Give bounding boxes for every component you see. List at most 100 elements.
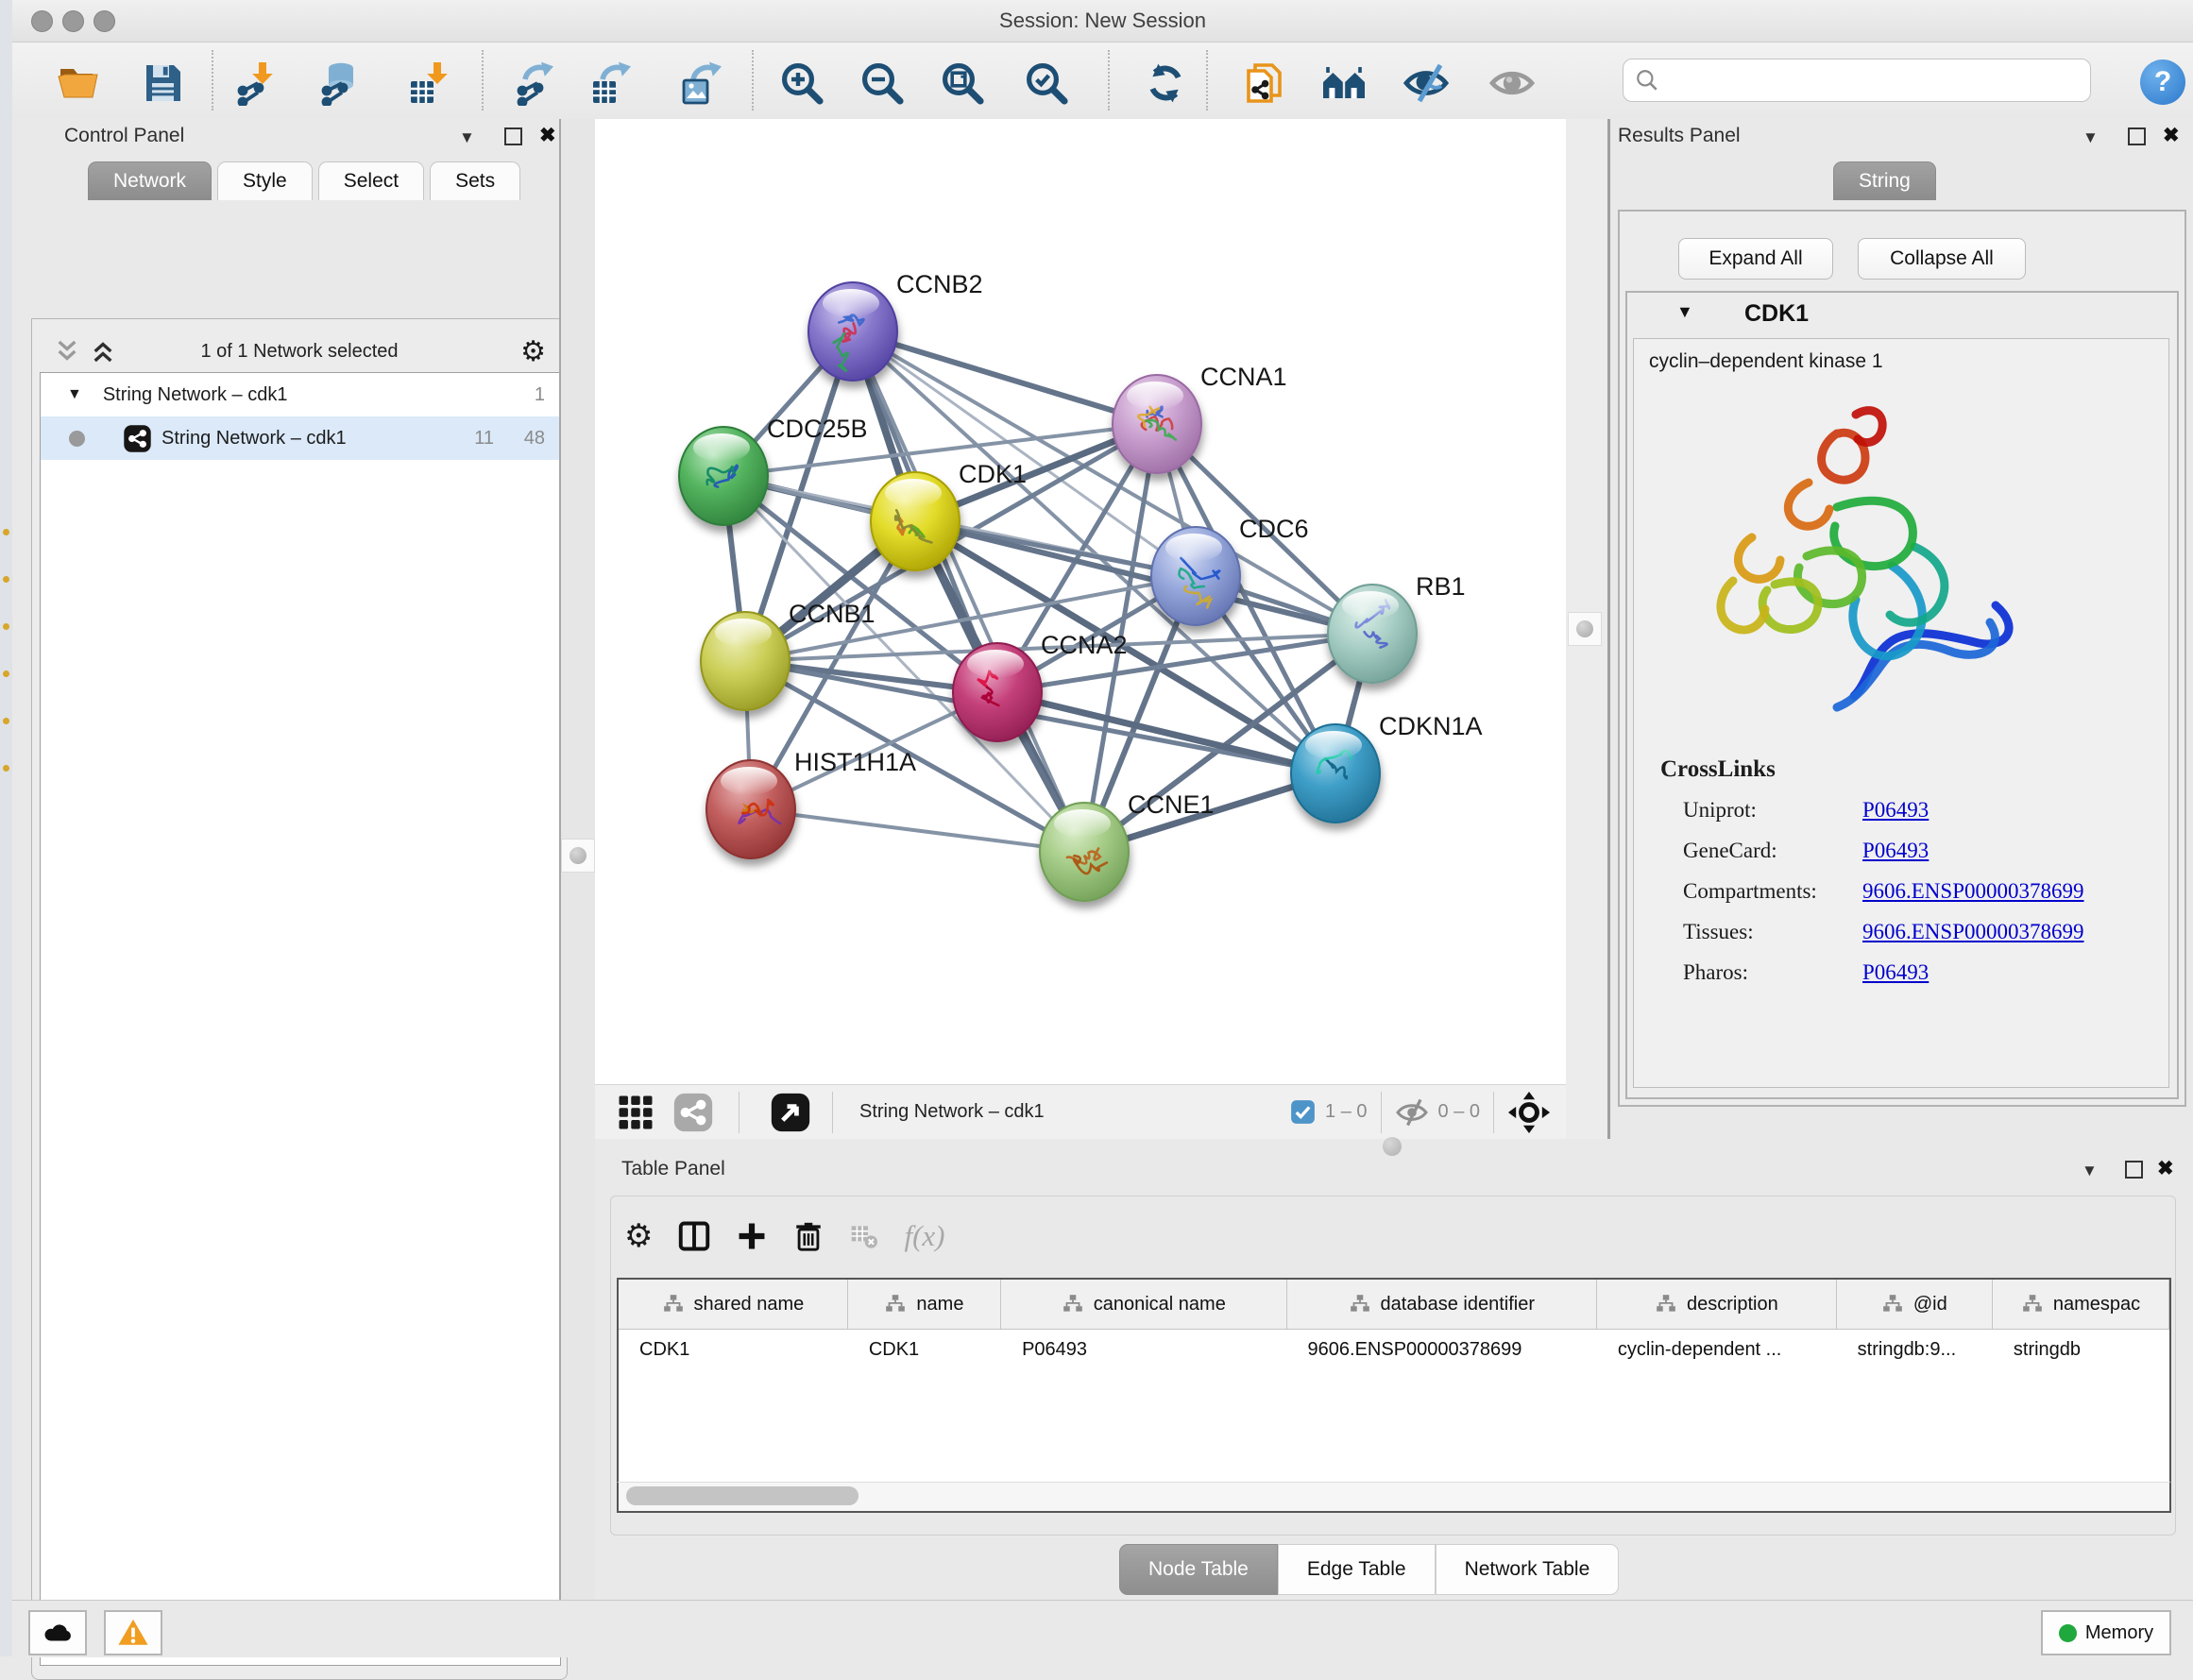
birdseye-view-icon[interactable] — [770, 1092, 811, 1133]
node-CCNA1[interactable] — [1113, 375, 1201, 473]
crosslink-link[interactable]: P06493 — [1862, 960, 1929, 985]
results-panel-title: Results Panel — [1618, 125, 1741, 147]
collapse-all-button[interactable]: Collapse All — [1858, 238, 2026, 280]
export-network-icon[interactable] — [509, 59, 556, 107]
horizontal-splitter[interactable] — [595, 1139, 2193, 1154]
save-session-icon[interactable] — [139, 59, 186, 107]
grid-view-icon[interactable] — [616, 1093, 655, 1132]
tab-network[interactable]: Network — [88, 161, 212, 200]
node-count: 11 — [474, 428, 494, 450]
column-tree-icon — [1062, 1293, 1084, 1315]
protein-collapse-icon[interactable]: ▼ — [1676, 302, 1693, 322]
import-database-icon[interactable] — [314, 59, 361, 107]
table-horizontal-scrollbar[interactable] — [617, 1482, 2171, 1513]
refresh-icon[interactable] — [1142, 59, 1189, 107]
import-network-icon[interactable] — [230, 59, 277, 107]
results-panel-collapse-icon[interactable]: ▼ — [2082, 128, 2099, 147]
table-panel-float-icon[interactable] — [2125, 1161, 2143, 1183]
fit-content-crosshair-icon[interactable] — [1507, 1091, 1551, 1134]
node-HIST1H1A[interactable] — [706, 760, 795, 858]
control-panel-collapse-icon[interactable]: ▼ — [459, 128, 475, 147]
export-image-icon[interactable] — [677, 59, 724, 107]
tab-sets[interactable]: Sets — [430, 161, 520, 200]
cloud-status-button[interactable] — [28, 1610, 87, 1655]
right-splitter-handle[interactable] — [1568, 612, 1602, 646]
show-hide-eye-icon[interactable] — [1402, 59, 1450, 107]
tab-network-table[interactable]: Network Table — [1436, 1544, 1620, 1595]
expand-all-button[interactable]: Expand All — [1678, 238, 1833, 280]
zoom-in-icon[interactable] — [778, 59, 825, 107]
node-CDKN1A[interactable] — [1291, 724, 1380, 823]
tree-expand-icon[interactable]: ▼ — [67, 386, 82, 403]
background-window-strip — [0, 0, 13, 1656]
search-input[interactable] — [1659, 69, 2090, 93]
node-CDC6[interactable] — [1151, 527, 1240, 625]
node-RB1[interactable] — [1328, 585, 1417, 683]
results-panel-float-icon[interactable] — [2128, 127, 2146, 150]
memory-button[interactable]: Memory — [2041, 1610, 2171, 1655]
open-session-icon[interactable] — [55, 59, 102, 107]
crosslink-row: GeneCard: P06493 — [1683, 839, 2155, 863]
table-settings-gear-icon[interactable]: ⚙ — [624, 1217, 653, 1255]
tab-style[interactable]: Style — [217, 161, 313, 200]
export-table-icon[interactable] — [586, 59, 634, 107]
selected-checkbox[interactable] — [1290, 1099, 1316, 1125]
results-panel-close-icon[interactable]: ✖ — [2163, 124, 2180, 147]
zoom-selected-icon[interactable] — [1023, 59, 1070, 107]
crosslink-link[interactable]: P06493 — [1862, 798, 1929, 823]
left-splitter-handle[interactable] — [561, 839, 595, 873]
column-header-canonical-name[interactable]: canonical name — [1001, 1280, 1287, 1329]
control-panel-float-icon[interactable] — [504, 127, 522, 150]
import-table-icon[interactable] — [404, 59, 451, 107]
string-homes-icon[interactable] — [1320, 59, 1368, 107]
control-panel-close-icon[interactable]: ✖ — [539, 124, 556, 147]
tab-node-table[interactable]: Node Table — [1119, 1544, 1278, 1595]
network-row[interactable]: String Network – cdk11148 — [41, 416, 560, 460]
scrollbar-thumb[interactable] — [626, 1486, 858, 1505]
network-options-gear-icon[interactable]: ⚙ — [520, 335, 546, 368]
left-splitter-gutter — [561, 119, 595, 1600]
zoom-out-icon[interactable] — [858, 59, 906, 107]
column-header-shared-name[interactable]: shared name — [619, 1280, 848, 1329]
tab-edge-table[interactable]: Edge Table — [1278, 1544, 1436, 1595]
table-cell: P06493 — [1001, 1330, 1286, 1377]
document-share-icon[interactable] — [1242, 59, 1289, 107]
node-CDK1[interactable] — [871, 472, 960, 570]
zoom-fit-icon[interactable] — [939, 59, 986, 107]
crosslink-link[interactable]: P06493 — [1862, 839, 1929, 863]
node-CCNB2[interactable] — [808, 282, 897, 381]
network-canvas[interactable]: CCNB2CCNA1CDC25BCDK1CDC6RB1CCNB1CCNA2CDK… — [595, 119, 1566, 1084]
network-collection-row[interactable]: ▼ String Network – cdk11 — [41, 373, 560, 416]
table-row[interactable]: CDK1CDK1P064939606.ENSP00000378699cyclin… — [619, 1330, 2169, 1377]
search-field[interactable] — [1623, 59, 2091, 102]
crosslink-link[interactable]: 9606.ENSP00000378699 — [1862, 879, 2084, 904]
column-header-@id[interactable]: @id — [1837, 1280, 1993, 1329]
crosslink-link[interactable]: 9606.ENSP00000378699 — [1862, 920, 2084, 944]
column-header-database-identifier[interactable]: database identifier — [1287, 1280, 1597, 1329]
network-share-view-icon[interactable] — [672, 1092, 714, 1133]
tab-string[interactable]: String — [1833, 161, 1936, 200]
column-header-name[interactable]: name — [848, 1280, 1001, 1329]
node-CDC25B[interactable] — [679, 427, 768, 525]
node-CCNB1[interactable] — [701, 612, 790, 710]
table-panel-close-icon[interactable]: ✖ — [2157, 1157, 2174, 1180]
show-columns-icon[interactable] — [677, 1219, 711, 1253]
node-CCNE1[interactable] — [1040, 803, 1129, 901]
table-panel-collapse-icon[interactable]: ▼ — [2082, 1162, 2098, 1180]
toolbar-separator — [482, 50, 484, 110]
delete-column-trash-icon[interactable] — [792, 1220, 824, 1252]
column-header-description[interactable]: description — [1597, 1280, 1837, 1329]
edge-HIST1H1A-CCNE1 — [751, 809, 1084, 852]
column-header-namespac[interactable]: namespac — [1993, 1280, 2169, 1329]
table-cell: CDK1 — [848, 1330, 1001, 1377]
horizontal-splitter-handle[interactable] — [1383, 1137, 1402, 1156]
tab-select[interactable]: Select — [318, 161, 424, 200]
string-network-icon — [123, 424, 152, 453]
node-CCNA2[interactable] — [953, 643, 1042, 741]
create-column-plus-icon[interactable] — [736, 1220, 768, 1252]
node-table: shared namenamecanonical namedatabase id… — [617, 1278, 2171, 1485]
node-label-CCNA2: CCNA2 — [1041, 631, 1128, 659]
warning-status-button[interactable] — [104, 1610, 162, 1655]
help-button[interactable]: ? — [2140, 59, 2185, 105]
network-tree: ▼ String Network – cdk11 String Network … — [40, 372, 561, 1666]
